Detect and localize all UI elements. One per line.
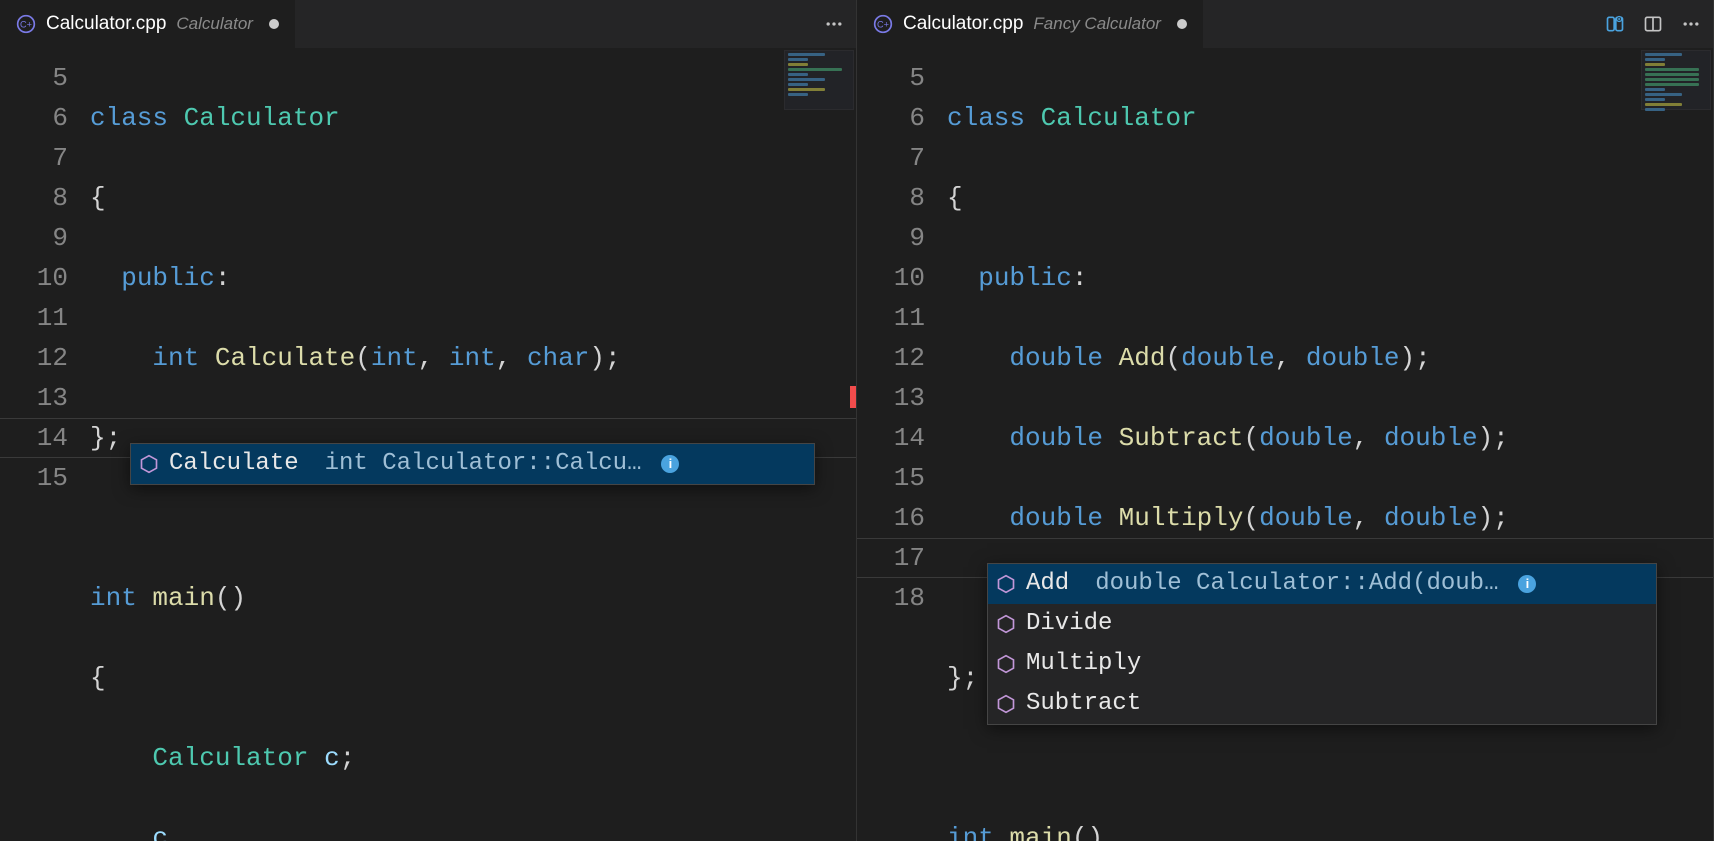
tab-bar: C+ Calculator.cpp Fancy Calculator: [857, 0, 1713, 48]
tab-folder: Calculator: [176, 14, 253, 34]
line-number: 8: [857, 178, 925, 218]
method-icon: [139, 454, 159, 474]
compare-changes-icon[interactable]: [1605, 14, 1625, 34]
line-number: 17: [857, 538, 925, 578]
dirty-indicator-icon: [269, 19, 279, 29]
method-icon: [996, 574, 1016, 594]
code-line: int Calculate(int, int, char);: [90, 338, 856, 378]
dirty-indicator-icon: [1177, 19, 1187, 29]
suggest-detail: int Calculator::Calcu…: [325, 448, 642, 480]
line-number: 5: [857, 58, 925, 98]
line-number: 10: [0, 258, 68, 298]
code-line: Calculator c;: [90, 738, 856, 778]
code-line: double Subtract(double, double);: [947, 418, 1713, 458]
line-number: 12: [857, 338, 925, 378]
line-number: 6: [857, 98, 925, 138]
tab-folder: Fancy Calculator: [1033, 14, 1161, 34]
line-number: 7: [0, 138, 68, 178]
line-number: 12: [0, 338, 68, 378]
cpp-file-icon: C+: [16, 14, 36, 34]
editor-pane-left: C+ Calculator.cpp Calculator 5 6 7 8 9 1…: [0, 0, 857, 841]
line-number: 6: [0, 98, 68, 138]
line-number-gutter: 5 6 7 8 9 10 11 12 13 14 15 16 17 18: [857, 48, 947, 841]
suggest-label: Multiply: [1026, 648, 1141, 680]
diff-marker-icon: [850, 386, 856, 408]
line-number: 9: [0, 218, 68, 258]
split-editor-icon[interactable]: [1643, 14, 1663, 34]
code-line: int main(): [947, 818, 1713, 841]
svg-text:C+: C+: [20, 19, 32, 29]
cpp-file-icon: C+: [873, 14, 893, 34]
code-line: public:: [90, 258, 856, 298]
code-line: [90, 498, 856, 538]
minimap[interactable]: [784, 50, 854, 110]
intellisense-popup[interactable]: Calculate int Calculator::Calcu… i: [130, 443, 815, 485]
line-number: 13: [0, 378, 68, 418]
code-line: public:: [947, 258, 1713, 298]
svg-text:C+: C+: [877, 19, 889, 29]
code-line: c.: [90, 818, 856, 841]
suggest-detail: double Calculator::Add(doub…: [1095, 568, 1498, 600]
code-line: class Calculator: [947, 98, 1713, 138]
intellisense-popup[interactable]: Add double Calculator::Add(doub… i Divid…: [987, 563, 1657, 725]
line-number: 10: [857, 258, 925, 298]
info-icon[interactable]: i: [661, 455, 679, 473]
code-line: {: [90, 658, 856, 698]
more-icon[interactable]: [824, 14, 844, 34]
tab-filename: Calculator.cpp: [903, 13, 1023, 35]
suggest-item[interactable]: Subtract: [988, 684, 1656, 724]
tab-filename: Calculator.cpp: [46, 13, 166, 35]
line-number: 11: [0, 298, 68, 338]
code-line: {: [947, 178, 1713, 218]
suggest-item[interactable]: Multiply: [988, 644, 1656, 684]
suggest-label: Add: [1026, 568, 1069, 600]
code-line: {: [90, 178, 856, 218]
code-line: int main(): [90, 578, 856, 618]
line-number: 11: [857, 298, 925, 338]
editor-pane-right: C+ Calculator.cpp Fancy Calculator 5 6 7…: [857, 0, 1714, 841]
code-line: class Calculator: [90, 98, 856, 138]
tab-calculator-right[interactable]: C+ Calculator.cpp Fancy Calculator: [857, 0, 1204, 48]
info-icon[interactable]: i: [1518, 575, 1536, 593]
code-line: [947, 738, 1713, 778]
editor-body[interactable]: 5 6 7 8 9 10 11 12 13 14 15 16 17 18 cla…: [857, 48, 1713, 841]
method-icon: [996, 654, 1016, 674]
line-number: 14: [857, 418, 925, 458]
line-number: 9: [857, 218, 925, 258]
line-number: 15: [857, 458, 925, 498]
line-number: 14: [0, 418, 68, 458]
code-line: double Multiply(double, double);: [947, 498, 1713, 538]
line-number: 18: [857, 578, 925, 618]
method-icon: [996, 694, 1016, 714]
suggest-label: Divide: [1026, 608, 1112, 640]
suggest-item[interactable]: Calculate int Calculator::Calcu… i: [131, 444, 814, 484]
tab-calculator-left[interactable]: C+ Calculator.cpp Calculator: [0, 0, 296, 48]
suggest-label: Calculate: [169, 448, 299, 480]
suggest-item[interactable]: Add double Calculator::Add(doub… i: [988, 564, 1656, 604]
tab-bar: C+ Calculator.cpp Calculator: [0, 0, 856, 48]
more-icon[interactable]: [1681, 14, 1701, 34]
line-number: 13: [857, 378, 925, 418]
minimap[interactable]: [1641, 50, 1711, 110]
editor-body[interactable]: 5 6 7 8 9 10 11 12 13 14 15 class Calcul…: [0, 48, 856, 841]
line-number: 8: [0, 178, 68, 218]
suggest-item[interactable]: Divide: [988, 604, 1656, 644]
line-number: 15: [0, 458, 68, 498]
tab-actions: [1605, 14, 1701, 34]
tab-actions: [824, 14, 844, 34]
line-number-gutter: 5 6 7 8 9 10 11 12 13 14 15: [0, 48, 90, 841]
suggest-label: Subtract: [1026, 688, 1141, 720]
method-icon: [996, 614, 1016, 634]
line-number: 5: [0, 58, 68, 98]
code-line: double Add(double, double);: [947, 338, 1713, 378]
line-number: 7: [857, 138, 925, 178]
line-number: 16: [857, 498, 925, 538]
